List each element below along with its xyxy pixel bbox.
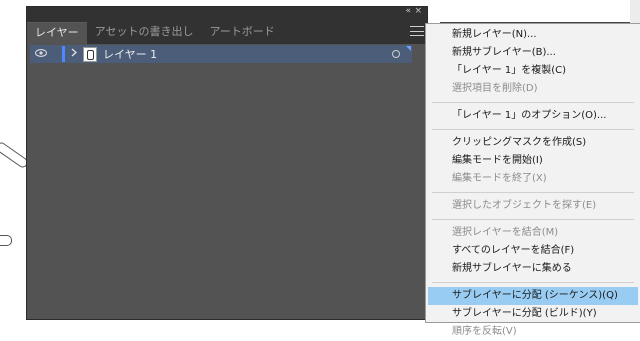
collapse-panel-icon[interactable]: « (405, 5, 411, 17)
tab-artboards[interactable]: アートボード (201, 22, 282, 44)
menu-item-new-sublayer[interactable]: 新規サブレイヤー(B)... (426, 44, 640, 62)
panel-title-bar[interactable]: « × (27, 5, 427, 18)
eye-icon[interactable] (30, 48, 52, 60)
layer-color-swatch (62, 46, 65, 62)
layer-row[interactable]: レイヤー 1 (30, 45, 412, 63)
tab-asset-export[interactable]: アセットの書き出し (87, 22, 202, 44)
layer-thumbnail (83, 46, 97, 62)
menu-separator (432, 282, 634, 283)
canvas-art-shape (0, 235, 12, 246)
menu-separator (432, 129, 634, 130)
chevron-right-icon[interactable] (71, 48, 79, 60)
menu-item-layer-options[interactable]: 「レイヤー 1」のオプション(O)... (426, 107, 640, 125)
menu-item-reverse-order[interactable]: 順序を反転(V) (426, 323, 640, 341)
close-panel-icon[interactable]: × (414, 5, 422, 17)
menu-item-release-to-layers-build[interactable]: サブレイヤーに分配 (ビルド)(Y) (426, 305, 640, 323)
canvas-artboard-edge (440, 0, 631, 23)
layer-name[interactable]: レイヤー 1 (103, 46, 157, 62)
menu-item-delete-selection[interactable]: 選択項目を削除(D) (426, 80, 640, 98)
menu-item-duplicate-layer[interactable]: 「レイヤー 1」を複製(C) (426, 62, 640, 80)
menu-item-collect-in-new-layer[interactable]: 新規サブレイヤーに集める (426, 260, 640, 278)
panel-flyout-menu: 新規レイヤー(N)... 新規サブレイヤー(B)... 「レイヤー 1」を複製(… (425, 23, 640, 337)
menu-item-exit-isolation-mode[interactable]: 編集モードを終了(X) (426, 170, 640, 188)
menu-item-new-layer[interactable]: 新規レイヤー(N)... (426, 26, 640, 44)
panel-menu-icon[interactable] (410, 25, 424, 37)
target-circle-icon[interactable] (392, 50, 400, 58)
selection-indicator-icon[interactable] (406, 46, 411, 51)
menu-separator (432, 192, 634, 193)
menu-separator (432, 102, 634, 103)
menu-item-enter-isolation-mode[interactable]: 編集モードを開始(I) (426, 152, 640, 170)
menu-item-merge-selected[interactable]: 選択レイヤーを結合(M) (426, 224, 640, 242)
menu-item-make-clipping-mask[interactable]: クリッピングマスクを作成(S) (426, 134, 640, 152)
tab-layers[interactable]: レイヤー (27, 22, 87, 44)
panel-tabs: レイヤー アセットの書き出し アートボード (27, 18, 427, 44)
menu-item-release-to-layers-sequence[interactable]: サブレイヤーに分配 (シーケンス)(Q) (428, 287, 638, 305)
menu-item-locate-object[interactable]: 選択したオブジェクトを探す(E) (426, 197, 640, 215)
menu-separator (432, 219, 634, 220)
menu-item-flatten-artwork[interactable]: すべてのレイヤーを結合(F) (426, 242, 640, 260)
layers-panel: « × レイヤー アセットの書き出し アートボード レイヤー 1 (26, 6, 428, 320)
